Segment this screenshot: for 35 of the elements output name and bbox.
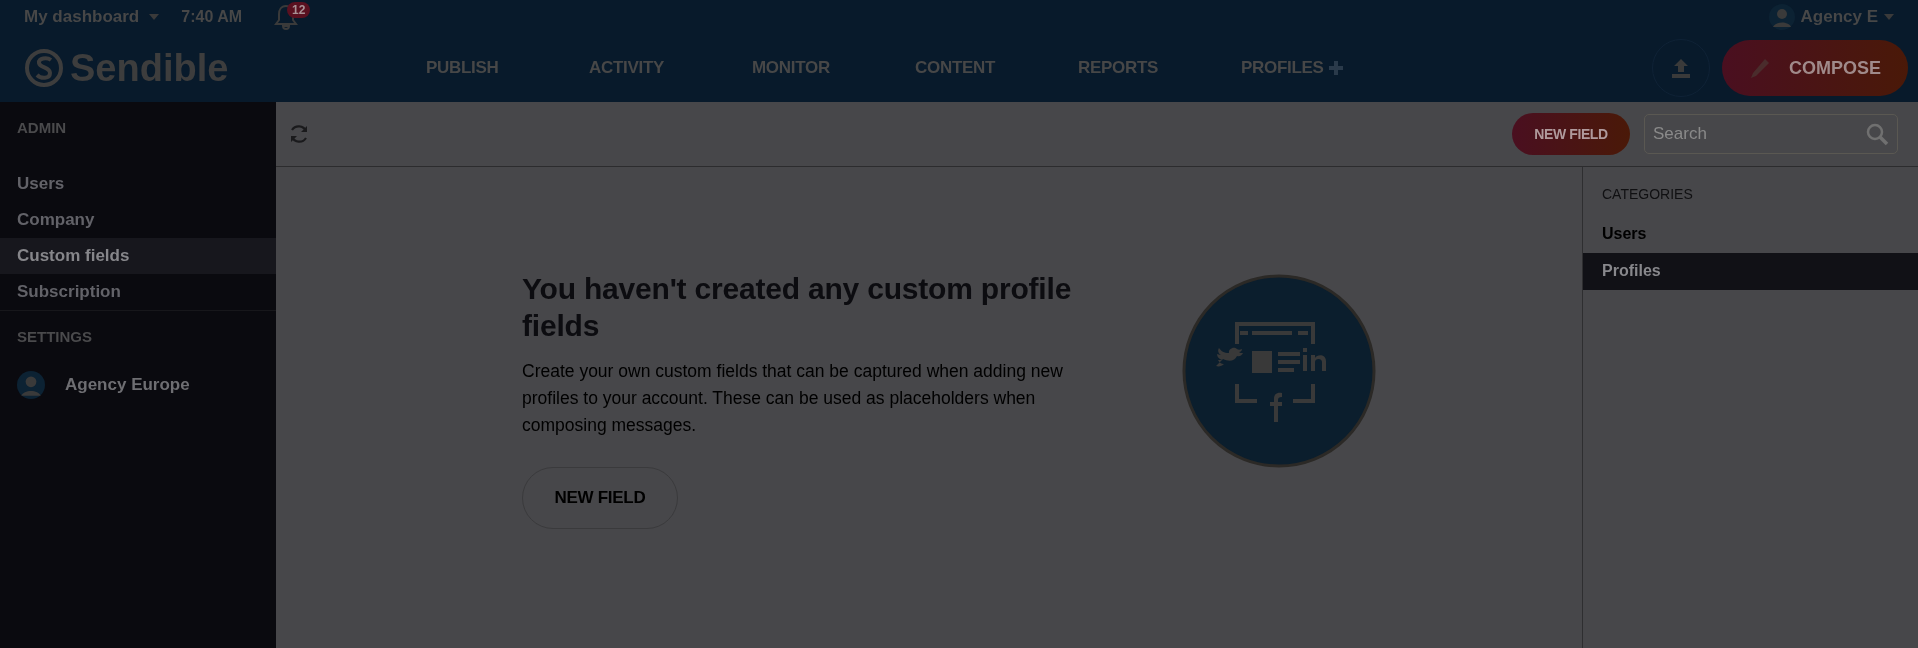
nav-link[interactable]: CONTENT [915, 58, 1078, 78]
new-field-button[interactable]: NEW FIELD [1512, 113, 1630, 155]
sidebar-item[interactable]: Users [0, 166, 276, 202]
sidebar-item[interactable]: Subscription [0, 274, 276, 310]
nav-link[interactable]: PROFILES [1241, 58, 1404, 78]
account-link[interactable]: Agency Europe [0, 361, 276, 409]
logo-icon [24, 48, 64, 88]
clock-time: 7:40 AM [181, 8, 242, 26]
notifications-button[interactable]: 12 [274, 2, 316, 32]
empty-state-title: You haven't created any custom profile fields [522, 271, 1073, 344]
empty-state-description: Create your own custom fields that can be captured when adding new profiles to your account. These can be used as placeholders when composing messages. [522, 360, 1064, 437]
search-icon [1865, 122, 1889, 146]
account-menu[interactable]: Agency E [1768, 4, 1894, 30]
section-heading: ADMIN [16, 118, 68, 138]
nav-link[interactable]: REPORTS [1078, 58, 1241, 78]
avatar-icon [17, 371, 45, 399]
search-field[interactable]: Search [1644, 114, 1898, 154]
nav-link[interactable]: PUBLISH [426, 58, 589, 78]
upload-icon [1670, 57, 1692, 79]
sidebar-item[interactable]: Company [0, 202, 276, 238]
caret-icon [149, 14, 160, 20]
caret-icon [1884, 14, 1894, 20]
category-item[interactable]: Profiles [1583, 253, 1918, 290]
sidebar-item[interactable]: Custom fields [0, 238, 276, 274]
dashboard-menu[interactable]: My dashboard [24, 7, 160, 27]
compose-button[interactable]: COMPOSE [1722, 40, 1908, 96]
avatar-icon [1768, 4, 1795, 30]
refresh-icon [288, 123, 310, 145]
nav-link[interactable]: ACTIVITY [589, 58, 752, 78]
nav-link[interactable]: MONITOR [752, 58, 915, 78]
notification-count: 12 [287, 2, 311, 18]
section-heading: SETTINGS [16, 327, 93, 347]
pencil-icon [1749, 57, 1771, 79]
category-item[interactable]: Users [1583, 216, 1918, 253]
categories-heading: CATEGORIES [1601, 185, 1694, 204]
